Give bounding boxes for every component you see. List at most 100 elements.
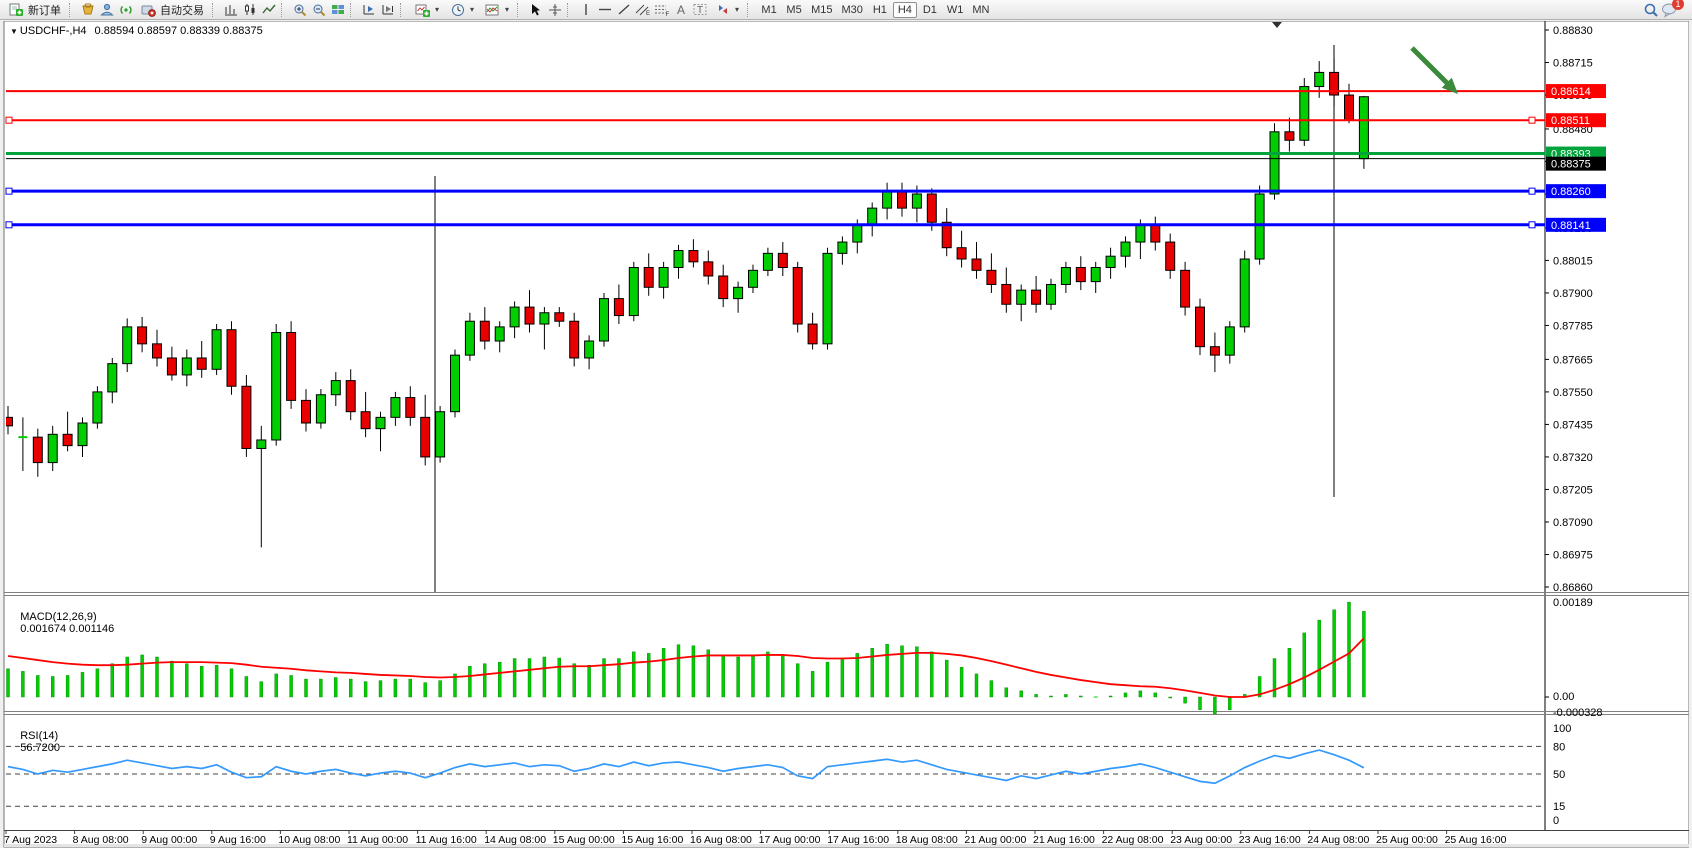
periods-button[interactable]: ▾ (445, 1, 478, 18)
svg-text:24 Aug 08:00: 24 Aug 08:00 (1307, 834, 1369, 846)
svg-text:0.00: 0.00 (1553, 691, 1574, 703)
algo-trading-icon (140, 2, 157, 17)
cursor-icon[interactable] (527, 2, 544, 17)
rsi-value: 56.7200 (20, 742, 60, 754)
timeframe-button-h1[interactable]: H1 (868, 2, 892, 18)
market-icon[interactable] (79, 2, 96, 17)
timeframe-button-m1[interactable]: M1 (757, 2, 781, 18)
macd-indicator-label: MACD(12,26,9) 0.001674 0.001146 (8, 599, 114, 647)
timeframe-group: M1M5M15M30H1H4D1W1MN (757, 2, 993, 18)
svg-text:0.88141: 0.88141 (1551, 220, 1591, 232)
line-chart-icon[interactable] (260, 2, 277, 17)
svg-text:21 Aug 16:00: 21 Aug 16:00 (1033, 834, 1095, 846)
chart-canvas[interactable]: 0.888300.887150.886000.884800.883650.882… (0, 21, 1692, 848)
svg-text:0.87665: 0.87665 (1553, 354, 1593, 366)
toolbar-separator (212, 3, 217, 17)
line-drag-handle[interactable] (6, 117, 12, 123)
svg-text:0.86975: 0.86975 (1553, 549, 1593, 561)
vertical-line-icon[interactable] (577, 2, 594, 17)
toolbar-separator (747, 3, 752, 17)
svg-text:0.00189: 0.00189 (1553, 597, 1593, 609)
svg-text:23 Aug 00:00: 23 Aug 00:00 (1170, 834, 1232, 846)
line-drag-handle[interactable] (1529, 188, 1535, 194)
svg-text:0.87785: 0.87785 (1553, 320, 1593, 332)
new-order-icon (8, 2, 25, 17)
svg-text:0.87090: 0.87090 (1553, 517, 1593, 529)
new-chart-icon (414, 2, 431, 17)
svg-text:0: 0 (1553, 815, 1559, 827)
timeframe-button-m15[interactable]: M15 (807, 2, 836, 18)
line-drag-handle[interactable] (6, 222, 12, 228)
timeframe-button-m30[interactable]: M30 (837, 2, 866, 18)
algo-trading-label: 自动交易 (160, 2, 204, 18)
auto-scroll-icon[interactable] (360, 2, 377, 17)
svg-text:23 Aug 16:00: 23 Aug 16:00 (1239, 834, 1301, 846)
zoom-in-icon[interactable] (291, 2, 308, 17)
timeframe-button-h4[interactable]: H4 (893, 2, 917, 18)
svg-text:15: 15 (1553, 801, 1565, 813)
arrows-tool-button[interactable]: ▾ (710, 1, 743, 18)
svg-text:A: A (677, 3, 685, 16)
svg-text:21 Aug 00:00: 21 Aug 00:00 (964, 834, 1026, 846)
svg-text:80: 80 (1553, 741, 1565, 753)
chevron-down-icon: ▾ (735, 5, 739, 14)
equidistant-channel-icon[interactable]: E (634, 2, 651, 17)
toolbar-separator (281, 3, 286, 17)
zoom-out-icon[interactable] (310, 2, 327, 17)
bar-chart-icon[interactable] (222, 2, 239, 17)
timeframe-button-d1[interactable]: D1 (918, 2, 942, 18)
line-drag-handle[interactable] (6, 188, 12, 194)
tile-windows-icon[interactable] (329, 2, 346, 17)
svg-text:0.88511: 0.88511 (1551, 115, 1590, 127)
svg-text:14 Aug 08:00: 14 Aug 08:00 (484, 834, 546, 846)
notification-badge[interactable]: 1 (1672, 0, 1684, 10)
svg-text:0.87550: 0.87550 (1553, 387, 1593, 399)
svg-text:15 Aug 00:00: 15 Aug 00:00 (553, 834, 615, 846)
line-drag-handle[interactable] (1529, 117, 1535, 123)
chevron-down-icon: ▾ (470, 5, 474, 14)
chart-menu-triangle-icon[interactable]: ▼ (10, 27, 18, 36)
new-chart-button[interactable]: ▾ (410, 1, 443, 18)
macd-values: 0.001674 0.001146 (20, 623, 114, 635)
new-order-button[interactable]: 新订单 (4, 1, 65, 18)
svg-text:0.87435: 0.87435 (1553, 419, 1593, 431)
chart-ohlc-values: 0.88594 0.88597 0.88339 0.88375 (95, 25, 263, 37)
svg-text:25 Aug 16:00: 25 Aug 16:00 (1445, 834, 1507, 846)
candlestick-chart-icon[interactable] (241, 2, 258, 17)
chevron-down-icon: ▾ (505, 5, 509, 14)
svg-text:0.87205: 0.87205 (1553, 484, 1593, 496)
svg-text:0.86860: 0.86860 (1553, 582, 1593, 594)
chart-title: USDCHF-,H4 (20, 25, 87, 37)
svg-text:50: 50 (1553, 769, 1565, 781)
svg-text:0.88015: 0.88015 (1553, 255, 1593, 267)
timeframe-button-w1[interactable]: W1 (943, 2, 968, 18)
signals-icon[interactable] (117, 2, 134, 17)
rsi-label: RSI(14) (20, 730, 58, 742)
chart-window: 0.888300.887150.886000.884800.883650.882… (0, 21, 1692, 848)
text-icon[interactable]: A (672, 2, 689, 17)
fibonacci-icon[interactable]: F (653, 2, 670, 17)
arrows-tool-icon (714, 2, 731, 17)
line-drag-handle[interactable] (1529, 222, 1535, 228)
svg-text:0.88614: 0.88614 (1551, 86, 1591, 98)
algo-trading-button[interactable]: 自动交易 (136, 1, 208, 18)
svg-text:0.88830: 0.88830 (1553, 25, 1593, 37)
timeframe-button-mn[interactable]: MN (968, 2, 993, 18)
toolbar-separator (567, 3, 572, 17)
svg-text:9 Aug 16:00: 9 Aug 16:00 (210, 834, 266, 846)
indicators-button[interactable]: ▾ (480, 1, 513, 18)
horizontal-line-icon[interactable] (596, 2, 613, 17)
text-label-icon[interactable]: T (691, 2, 708, 17)
svg-text:7 Aug 2023: 7 Aug 2023 (4, 834, 57, 846)
crosshair-icon[interactable] (546, 2, 563, 17)
chart-shift-icon[interactable] (379, 2, 396, 17)
trendline-icon[interactable] (615, 2, 632, 17)
search-icon[interactable] (1642, 2, 1659, 17)
svg-text:0.88260: 0.88260 (1551, 186, 1591, 198)
svg-text:25 Aug 00:00: 25 Aug 00:00 (1376, 834, 1438, 846)
toolbar-separator (350, 3, 355, 17)
timeframe-button-m5[interactable]: M5 (782, 2, 806, 18)
community-icon[interactable] (98, 2, 115, 17)
svg-text:9 Aug 00:00: 9 Aug 00:00 (141, 834, 197, 846)
svg-text:0.88715: 0.88715 (1553, 58, 1593, 70)
